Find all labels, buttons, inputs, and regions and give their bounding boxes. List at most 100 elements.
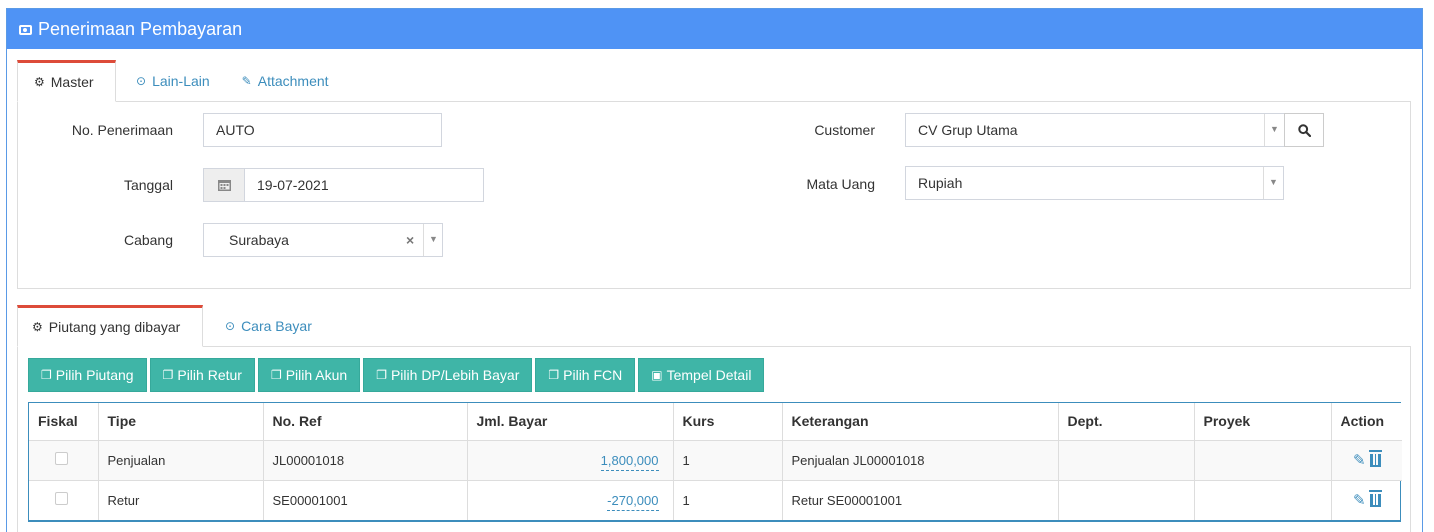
column-header[interactable]: Proyek <box>1194 403 1332 441</box>
customer-select[interactable]: CV Grup Utama <box>905 113 1285 147</box>
divider <box>423 224 424 256</box>
column-header[interactable]: Keterangan <box>782 403 1059 441</box>
divider <box>1264 114 1265 146</box>
kurs-cell: 1 <box>673 480 783 520</box>
pilih-akun-button[interactable]: ❐ Pilih Akun <box>257 358 361 392</box>
column-header: Action <box>1331 403 1402 441</box>
clear-icon[interactable]: × <box>406 232 414 248</box>
proyek-cell <box>1194 440 1332 481</box>
check-circle-icon: ⊙ <box>136 74 147 88</box>
cogs-icon: ⚙ <box>32 320 43 334</box>
detail-tabs: ⚙ Piutang yang dibayar ⊙ Cara Bayar <box>17 305 328 347</box>
keterangan-cell: Penjualan JL00001018 <box>782 440 1059 481</box>
kurs-cell: 1 <box>673 440 783 481</box>
button-label: Pilih Akun <box>285 367 348 383</box>
button-label: Pilih Retur <box>177 367 242 383</box>
tab-label: Master <box>50 74 94 90</box>
tab-label: Piutang yang dibayar <box>48 319 181 335</box>
tab-label: Lain-Lain <box>152 73 210 89</box>
tipe-cell: Penjualan <box>98 440 264 481</box>
tanggal-field[interactable]: 19-07-2021 <box>244 168 484 202</box>
tab-attachment[interactable]: ✎ Attachment <box>226 60 345 102</box>
search-icon <box>1297 123 1311 137</box>
keterangan-cell: Retur SE00001001 <box>782 480 1059 520</box>
pilih-retur-button[interactable]: ❐ Pilih Retur <box>149 358 255 392</box>
proyek-cell <box>1194 480 1332 520</box>
mata-uang-label: Mata Uang <box>806 176 875 192</box>
tab-cara-bayar[interactable]: ⊙ Cara Bayar <box>203 305 328 347</box>
table-header-row: Fiskal Tipe No. Ref Jml. Bayar Kurs Kete… <box>29 403 1402 441</box>
pencil-icon[interactable]: ✎ <box>1353 452 1366 469</box>
copy-icon: ❐ <box>162 368 174 382</box>
copy-icon: ❐ <box>270 368 282 382</box>
cabang-label: Cabang <box>123 232 173 248</box>
button-label: Pilih DP/Lebih Bayar <box>390 367 520 383</box>
table-row: Penjualan JL00001018 1,800,000 1 Penjual… <box>29 440 1402 481</box>
detail-table: Fiskal Tipe No. Ref Jml. Bayar Kurs Kete… <box>28 402 1402 522</box>
tipe-cell: Retur <box>98 480 264 520</box>
button-label: Pilih FCN <box>563 367 623 383</box>
copy-icon: ❐ <box>376 368 387 382</box>
tanggal-label: Tanggal <box>123 177 173 193</box>
money-icon <box>19 25 32 35</box>
fiskal-cell <box>29 480 99 520</box>
tempel-detail-button[interactable]: ▣ Tempel Detail <box>638 358 765 392</box>
customer-value: CV Grup Utama <box>918 122 1018 138</box>
no-penerimaan-field[interactable]: AUTO <box>203 113 442 147</box>
mata-uang-select[interactable]: Rupiah <box>905 166 1284 200</box>
trash-icon[interactable] <box>1368 450 1382 467</box>
column-header[interactable]: No. Ref <box>263 403 468 441</box>
no-ref-cell: SE00001001 <box>263 480 468 520</box>
copy-icon: ❐ <box>41 368 52 382</box>
pencil-icon[interactable]: ✎ <box>1353 492 1366 509</box>
jml-bayar-editable[interactable]: -270,000 <box>607 492 659 511</box>
tab-label: Cara Bayar <box>241 318 312 334</box>
column-header[interactable]: Tipe <box>98 403 264 441</box>
chevron-down-icon[interactable]: ▼ <box>429 234 438 244</box>
panel-header: Penerimaan Pembayaran <box>7 9 1422 49</box>
divider <box>1263 167 1264 199</box>
button-label: Tempel Detail <box>666 367 752 383</box>
fiskal-cell <box>29 440 99 481</box>
calendar-icon[interactable] <box>203 168 245 202</box>
pilih-dp-button[interactable]: ❐ Pilih DP/Lebih Bayar <box>363 358 533 392</box>
master-tabs: ⚙ Master ⊙ Lain-Lain ✎ Attachment <box>17 60 345 102</box>
paperclip-icon: ✎ <box>241 74 252 88</box>
jml-bayar-cell: 1,800,000 <box>467 440 674 481</box>
column-header[interactable]: Kurs <box>673 403 783 441</box>
pilih-piutang-button[interactable]: ❐ Pilih Piutang <box>28 358 147 392</box>
column-header[interactable]: Fiskal <box>29 403 99 441</box>
pilih-fcn-button[interactable]: ❐ Pilih FCN <box>535 358 636 392</box>
fiskal-checkbox[interactable] <box>55 452 68 465</box>
dept-cell <box>1058 480 1195 520</box>
action-button-row: ❐ Pilih Piutang ❐ Pilih Retur ❐ Pilih Akun … <box>28 358 765 392</box>
fiskal-checkbox[interactable] <box>55 492 68 506</box>
page-title: Penerimaan Pembayaran <box>38 18 243 39</box>
copy-icon: ❐ <box>548 368 560 382</box>
jml-bayar-cell: -270,000 <box>467 480 674 520</box>
cogs-icon: ⚙ <box>34 75 45 89</box>
customer-label: Customer <box>814 122 875 138</box>
column-header[interactable]: Dept. <box>1058 403 1195 441</box>
tab-label: Attachment <box>257 73 329 89</box>
tab-lain-lain[interactable]: ⊙ Lain-Lain <box>116 60 226 102</box>
no-penerimaan-label: No. Penerimaan <box>71 122 173 138</box>
trash-icon[interactable] <box>1368 490 1382 508</box>
action-cell: ✎ <box>1331 480 1402 520</box>
tab-master[interactable]: ⚙ Master <box>17 60 116 102</box>
chevron-down-icon[interactable]: ▼ <box>1269 177 1278 187</box>
no-ref-cell: JL00001018 <box>263 440 468 481</box>
tab-piutang[interactable]: ⚙ Piutang yang dibayar <box>17 305 203 347</box>
dept-cell <box>1058 440 1195 481</box>
action-cell: ✎ <box>1331 440 1402 481</box>
button-label: Pilih Piutang <box>55 367 134 383</box>
paste-icon: ▣ <box>651 368 663 382</box>
column-header[interactable]: Jml. Bayar <box>467 403 674 441</box>
search-button[interactable] <box>1284 113 1324 147</box>
jml-bayar-editable[interactable]: 1,800,000 <box>600 452 659 471</box>
table-row: Retur SE00001001 -270,000 1 Retur SE0000… <box>29 480 1402 520</box>
cabang-value: Surabaya <box>229 232 289 248</box>
mata-uang-value: Rupiah <box>918 175 963 191</box>
chevron-down-icon[interactable]: ▼ <box>1270 124 1279 134</box>
check-circle-icon: ⊙ <box>225 319 236 333</box>
